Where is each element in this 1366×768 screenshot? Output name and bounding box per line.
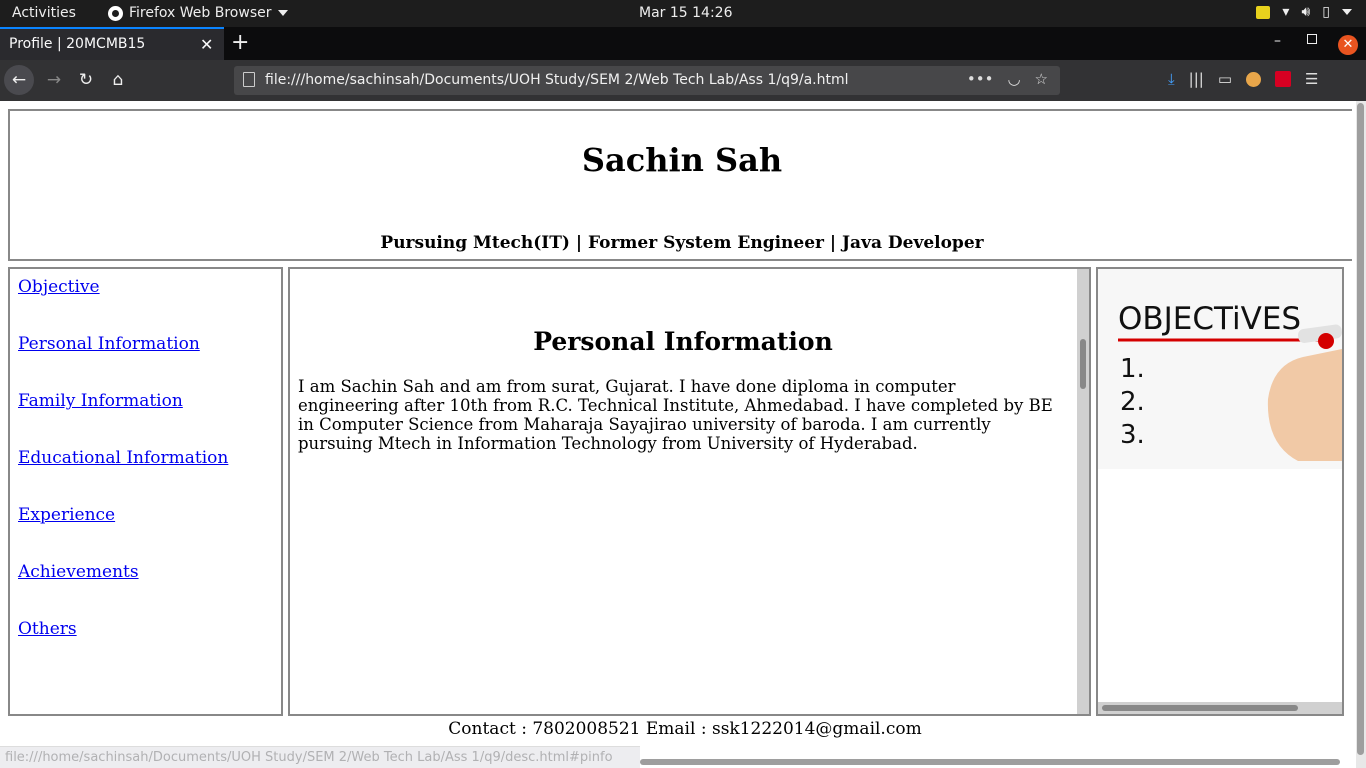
menu-icon[interactable]: ☰ [1305, 70, 1318, 88]
url-text[interactable]: file:///home/sachinsah/Documents/UOH Stu… [265, 72, 849, 88]
image-frame: OBJECTiVES 1. 2. 3. [1096, 267, 1344, 716]
system-tray[interactable]: ▾ 🔊︎ ▯ [1256, 4, 1352, 20]
objectives-image: OBJECTiVES 1. 2. 3. [1098, 269, 1342, 469]
contact-footer: Contact : 7802008521 Email : ssk1222014@… [448, 719, 922, 739]
download-icon[interactable]: ⤓ [1168, 70, 1175, 88]
objective-item: 2. [1120, 387, 1145, 417]
objective-item: 3. [1120, 420, 1145, 450]
app-menu-label: Firefox Web Browser [129, 5, 272, 21]
account-icon[interactable] [1246, 71, 1261, 87]
page-content: Sachin Sah Pursuing Mtech(IT) | Former S… [0, 101, 1356, 768]
nav-frame: Objective Personal Information Family In… [8, 267, 283, 716]
url-bar[interactable]: file:///home/sachinsah/Documents/UOH Stu… [234, 66, 1060, 95]
nav-link-objective[interactable]: Objective [18, 277, 100, 297]
bookmark-star-icon[interactable]: ☆ [1035, 70, 1048, 88]
new-tab-button[interactable]: + [231, 30, 249, 55]
nav-link-experience[interactable]: Experience [18, 505, 115, 525]
page-actions-icon[interactable]: ••• [967, 70, 994, 88]
reload-button[interactable]: ↻ [72, 66, 100, 94]
page-scrollbar[interactable] [1356, 101, 1366, 768]
pocket-icon[interactable]: ◡ [1007, 70, 1020, 88]
back-button[interactable]: ← [4, 65, 34, 95]
nav-link-achievements[interactable]: Achievements [18, 562, 139, 582]
image-scrollbar-thumb[interactable] [1102, 705, 1298, 711]
nav-link-others[interactable]: Others [18, 619, 77, 639]
battery-icon: ▯ [1322, 4, 1330, 20]
nav-link-personal-information[interactable]: Personal Information [18, 334, 200, 354]
forward-button[interactable]: → [40, 66, 68, 94]
page-horizontal-scrollbar[interactable] [640, 759, 1340, 765]
sidebar-icon[interactable]: ▭ [1218, 70, 1232, 88]
section-text: I am Sachin Sah and am from surat, Gujar… [298, 377, 1053, 453]
header-frame: Sachin Sah Pursuing Mtech(IT) | Former S… [8, 109, 1352, 261]
app-menu[interactable]: Firefox Web Browser [108, 5, 288, 21]
chevron-down-icon [277, 10, 288, 16]
tab-title: Profile | 20MCMB15 [9, 36, 146, 52]
volume-icon: 🔊︎ [1301, 4, 1311, 20]
maximize-icon[interactable] [1307, 34, 1317, 44]
content-frame: Personal Information I am Sachin Sah and… [288, 267, 1091, 716]
nav-link-family-information[interactable]: Family Information [18, 391, 183, 411]
objectives-heading: OBJECTiVES [1118, 301, 1301, 337]
section-title: Personal Information [533, 327, 833, 356]
tab-profile[interactable]: Profile | 20MCMB15 ✕ [0, 27, 224, 60]
page-scrollbar-thumb[interactable] [1357, 103, 1364, 755]
profile-tagline: Pursuing Mtech(IT) | Former System Engin… [380, 233, 984, 253]
nav-link-educational-information[interactable]: Educational Information [18, 448, 228, 468]
activities-button[interactable]: Activities [12, 5, 76, 21]
minimize-icon[interactable]: – [1274, 33, 1281, 49]
navigation-toolbar: ← → ↻ ⌂ file:///home/sachinsah/Documents… [0, 60, 1366, 101]
system-top-bar: Activities Firefox Web Browser Mar 15 14… [0, 0, 1366, 27]
notes-icon[interactable] [1256, 5, 1271, 19]
image-horizontal-scrollbar[interactable] [1098, 702, 1342, 714]
objective-item: 1. [1120, 354, 1145, 384]
chevron-down-icon [1342, 9, 1352, 15]
content-scrollbar-thumb[interactable] [1080, 339, 1086, 389]
library-icon[interactable]: ||| [1189, 70, 1204, 88]
close-window-button[interactable]: ✕ [1338, 35, 1358, 55]
tab-strip: Profile | 20MCMB15 ✕ + – [0, 27, 1366, 60]
clock[interactable]: Mar 15 14:26 [639, 5, 732, 21]
close-tab-icon[interactable]: ✕ [200, 35, 213, 54]
extension-icon[interactable] [1275, 71, 1291, 87]
wifi-icon: ▾ [1282, 4, 1290, 20]
home-button[interactable]: ⌂ [104, 66, 132, 94]
page-icon [243, 72, 255, 87]
firefox-icon [108, 5, 123, 21]
content-scrollbar[interactable] [1077, 269, 1089, 714]
profile-name: Sachin Sah [581, 141, 783, 179]
link-status-bar: file:///home/sachinsah/Documents/UOH Stu… [0, 746, 640, 768]
